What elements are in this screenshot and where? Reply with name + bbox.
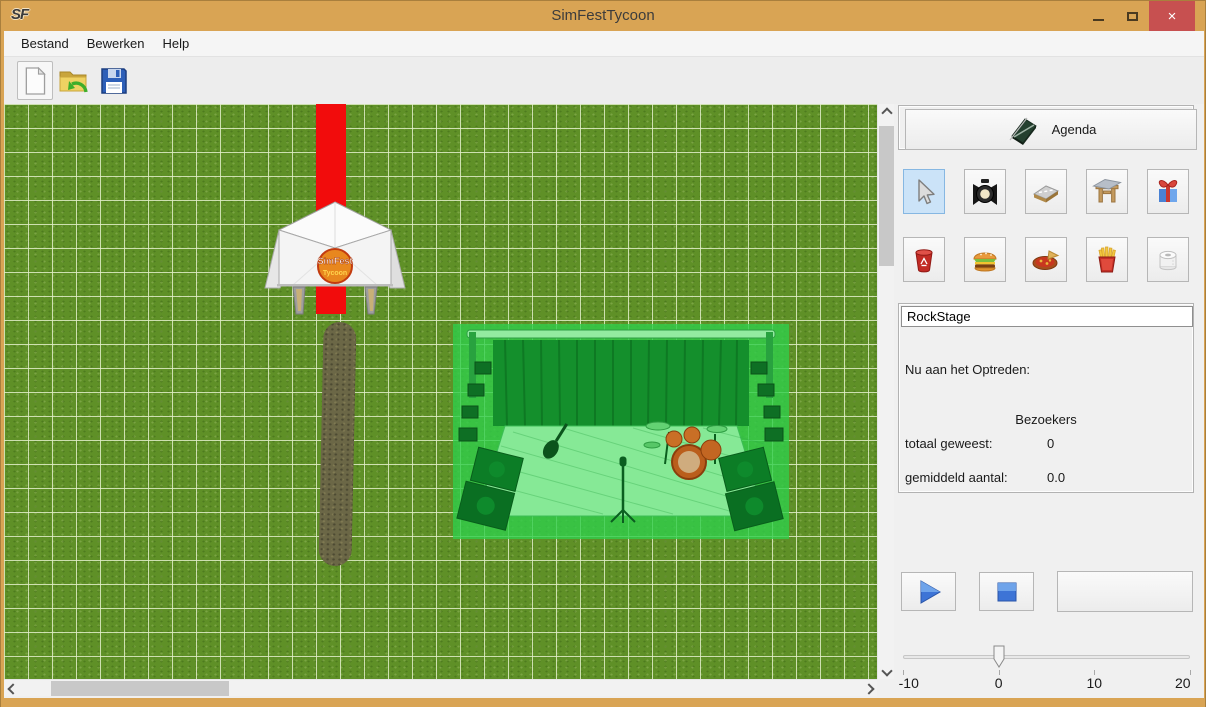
visitors-total-value: 0	[1047, 436, 1054, 451]
pizza-icon	[1031, 245, 1061, 275]
stage-curtain	[493, 340, 749, 426]
tool-gift-button[interactable]	[1147, 169, 1189, 214]
map-canvas[interactable]: SimFest Tycoon	[4, 104, 877, 679]
slider-label-min: -10	[899, 675, 919, 691]
close-icon: ×	[1168, 8, 1177, 25]
tent-logo: SimFest Tycoon	[317, 249, 352, 283]
tool-fries-button[interactable]	[1086, 237, 1128, 282]
chevron-left-icon	[7, 683, 18, 694]
window-frame-bottom	[1, 698, 1205, 707]
toolbar	[4, 57, 1204, 104]
stop-button[interactable]	[979, 572, 1034, 611]
stage-info-groupbox: Nu aan het Optreden: Bezoekers totaal ge…	[898, 303, 1194, 493]
play-icon	[914, 577, 944, 607]
agenda-groupbox: Agenda	[898, 105, 1194, 150]
scroll-left-button[interactable]	[4, 680, 21, 697]
agenda-button[interactable]: Agenda	[905, 109, 1197, 150]
menubar: Bestand Bewerken Help	[4, 31, 1204, 57]
open-file-icon	[58, 66, 90, 96]
play-button[interactable]	[901, 572, 956, 611]
road-icon	[1031, 177, 1061, 207]
visitors-average-value: 0.0	[1047, 470, 1065, 485]
tool-road-button[interactable]	[1025, 169, 1067, 214]
tool-trashcan-button[interactable]	[903, 237, 945, 282]
chevron-down-icon	[881, 665, 892, 676]
entrance-tent[interactable]: SimFest Tycoon	[263, 200, 407, 320]
visitors-header: Bezoekers	[899, 412, 1193, 427]
horizontal-scroll-thumb[interactable]	[51, 681, 229, 696]
tool-burger-button[interactable]	[964, 237, 1006, 282]
vertical-scrollbar[interactable]	[877, 104, 894, 679]
tool-spotlight-button[interactable]	[964, 169, 1006, 214]
spotlight-icon	[970, 177, 1000, 207]
slider-thumb[interactable]	[993, 645, 1005, 669]
tool-toilet-paper-button[interactable]	[1147, 237, 1189, 282]
visitors-total-label: totaal geweest:	[905, 436, 992, 451]
tool-pizza-button[interactable]	[1025, 237, 1067, 282]
slider-label-10: 10	[1087, 675, 1103, 691]
cursor-icon	[909, 177, 939, 207]
maximize-button[interactable]	[1115, 1, 1149, 31]
now-performing-label: Nu aan het Optreden:	[905, 362, 1030, 377]
toilet-paper-icon	[1153, 245, 1183, 275]
minimize-icon	[1093, 19, 1104, 21]
new-file-icon	[22, 66, 48, 96]
titlebar[interactable]: SF SimFestTycoon ×	[1, 1, 1205, 31]
tent-leg	[293, 287, 377, 314]
gift-icon	[1153, 177, 1183, 207]
rock-stage[interactable]	[453, 324, 789, 539]
close-button[interactable]: ×	[1149, 1, 1195, 31]
burger-icon	[970, 245, 1000, 275]
maximize-icon	[1127, 12, 1138, 21]
stage-name-input[interactable]	[901, 306, 1193, 327]
open-file-button[interactable]	[56, 61, 92, 100]
scroll-right-button[interactable]	[860, 680, 877, 697]
vertical-scroll-thumb[interactable]	[879, 126, 894, 266]
horizontal-scrollbar[interactable]	[4, 679, 877, 696]
fries-icon	[1092, 245, 1122, 275]
menu-bewerken[interactable]: Bewerken	[80, 33, 152, 54]
visitors-average-label: gemiddeld aantal:	[905, 470, 1008, 485]
window-title: SimFestTycoon	[1, 7, 1205, 24]
menu-help[interactable]: Help	[156, 33, 197, 54]
agenda-label: Agenda	[1052, 122, 1097, 137]
scroll-down-button[interactable]	[878, 662, 895, 679]
chevron-up-icon	[881, 107, 892, 118]
extra-button[interactable]	[1057, 571, 1193, 612]
slider-label-0: 0	[995, 675, 1003, 691]
tool-gate-button[interactable]	[1086, 169, 1128, 214]
app-window: SF SimFestTycoon × Bestand Bewerken Help	[0, 0, 1206, 707]
stop-icon	[994, 579, 1020, 605]
dirt-path[interactable]	[318, 322, 356, 567]
scroll-up-button[interactable]	[878, 104, 895, 121]
gate-icon	[1092, 177, 1122, 207]
menu-bestand[interactable]: Bestand	[14, 33, 76, 54]
save-icon	[99, 66, 129, 96]
trashcan-icon	[909, 245, 939, 275]
svg-text:Tycoon: Tycoon	[323, 270, 347, 277]
speed-slider: -10 0 10 20	[903, 644, 1190, 690]
slider-label-max: 20	[1175, 675, 1191, 691]
tool-cursor-button[interactable]	[903, 169, 945, 214]
slider-track[interactable]	[903, 655, 1190, 659]
control-panel: Agenda	[894, 104, 1204, 698]
chevron-right-icon	[863, 683, 874, 694]
svg-text:SimFest: SimFest	[317, 256, 352, 266]
new-file-button[interactable]	[17, 61, 53, 100]
agenda-book-icon	[1006, 114, 1040, 146]
save-button[interactable]	[96, 61, 132, 100]
minimize-button[interactable]	[1081, 1, 1115, 31]
